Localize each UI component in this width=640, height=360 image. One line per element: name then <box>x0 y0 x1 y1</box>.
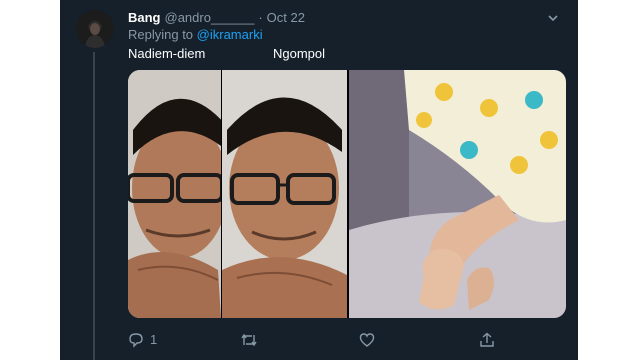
tweet-media[interactable] <box>128 70 566 318</box>
thread-line <box>93 52 95 360</box>
photo-sleeping-feet[interactable] <box>349 70 566 318</box>
tweet-container[interactable]: Bang @andro______ · Oct 22 Replying to @ikr… <box>60 0 578 360</box>
separator-dot: · <box>258 10 263 25</box>
reply-count: 1 <box>150 332 158 347</box>
tweet-header: Bang @andro______ · Oct 22 <box>128 9 568 27</box>
reply-mention-link[interactable]: @ikramarki <box>197 27 263 42</box>
author-handle[interactable]: @andro______ <box>165 10 255 25</box>
replying-to: Replying to @ikramarki <box>128 27 263 43</box>
like-icon <box>359 333 375 347</box>
like-button[interactable] <box>359 330 381 350</box>
chevron-down-icon[interactable] <box>546 11 560 25</box>
retweet-icon <box>241 333 257 347</box>
reply-button[interactable]: 1 <box>128 330 157 350</box>
share-button[interactable] <box>479 330 495 350</box>
tweet-date[interactable]: Oct 22 <box>267 10 305 25</box>
reply-icon <box>129 333 143 348</box>
share-icon <box>480 332 494 347</box>
replying-prefix: Replying to <box>128 27 197 42</box>
author-name[interactable]: Bang <box>128 10 161 25</box>
tweet-actions: 1 <box>128 330 568 350</box>
caption-right: Ngompol <box>273 46 326 61</box>
caption-left: Nadiem-diem <box>128 46 206 61</box>
retweet-button[interactable] <box>240 330 264 350</box>
photo-face-right[interactable] <box>222 70 347 318</box>
photo-face-left[interactable] <box>128 70 221 318</box>
tweet-text: Nadiem-diem Ngompol <box>128 45 568 63</box>
avatar[interactable] <box>76 10 114 48</box>
